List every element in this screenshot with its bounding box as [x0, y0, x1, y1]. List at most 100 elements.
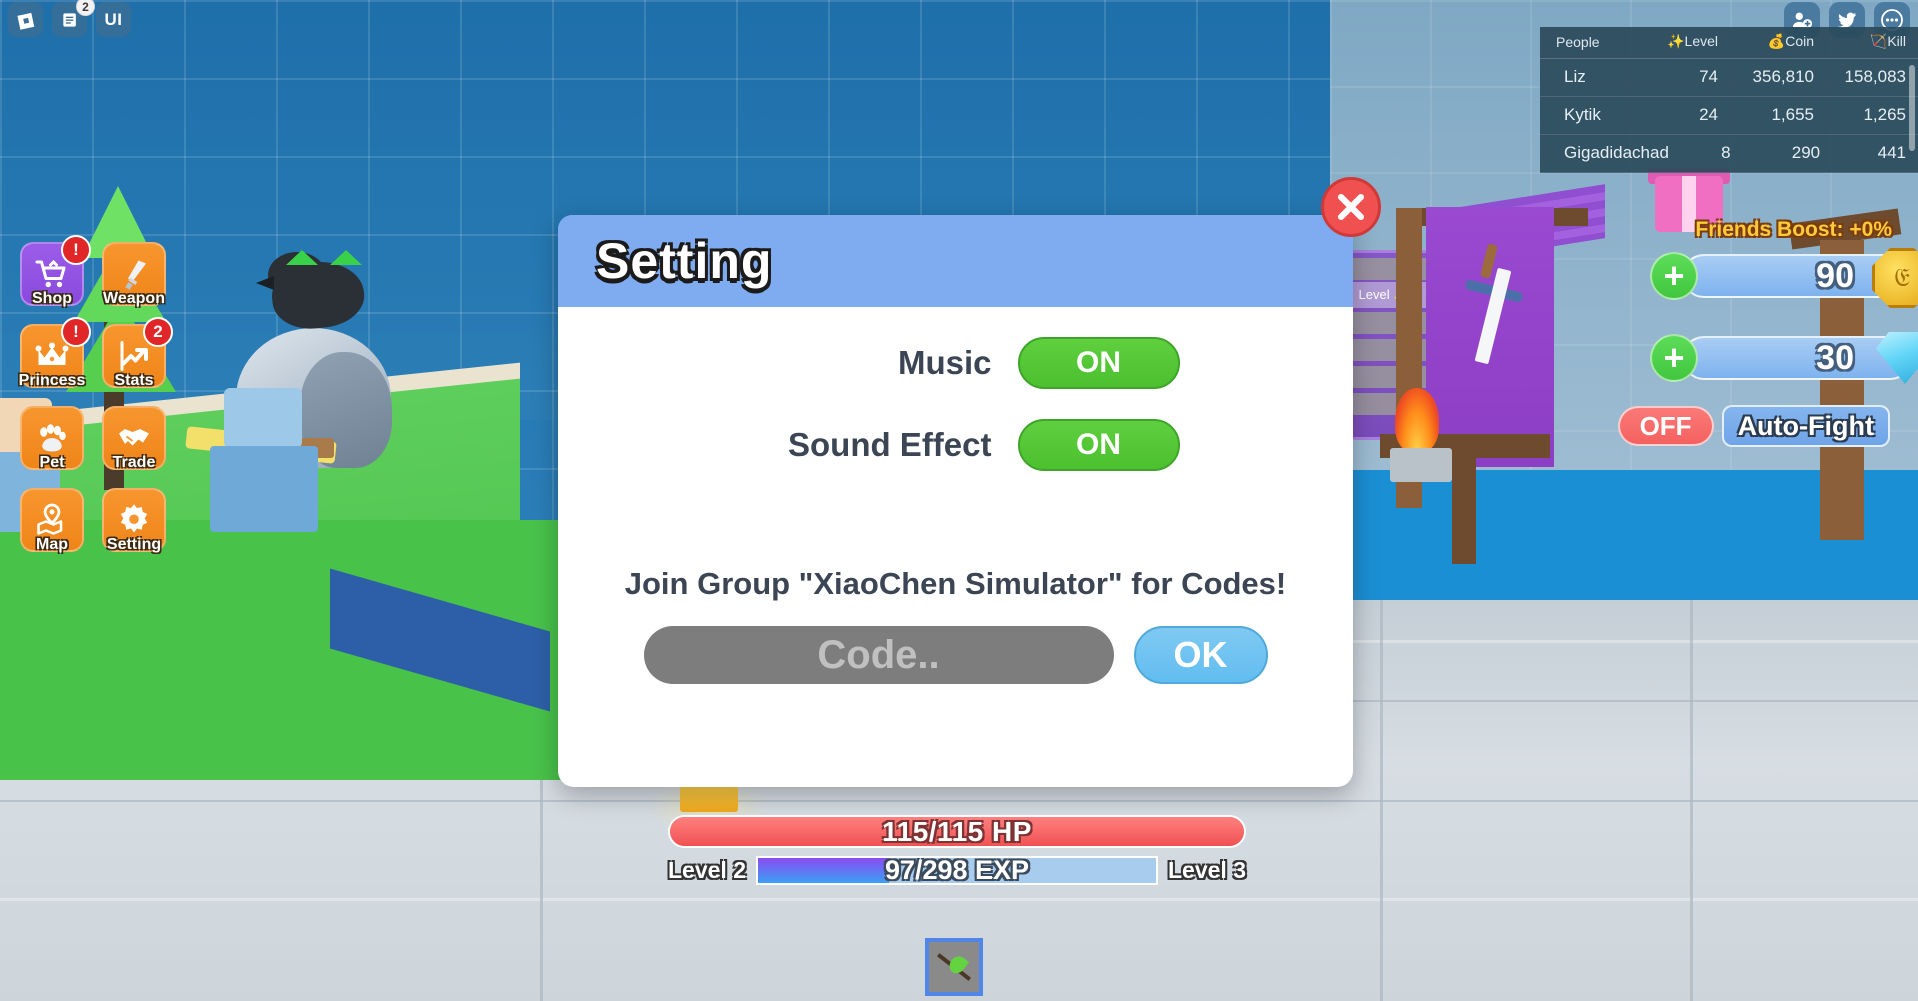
- dialog-body: Music ON Sound Effect ON Join Group "Xia…: [558, 307, 1353, 684]
- player-coin: 1,655: [1771, 105, 1814, 124]
- code-input[interactable]: [643, 626, 1114, 684]
- music-label: Music: [897, 344, 992, 381]
- player-name: Liz: [1564, 67, 1586, 86]
- table-row: Kytik 24 1,655 1,265: [1540, 97, 1918, 135]
- leaderboard-col-coin: 💰Coin: [1767, 33, 1814, 49]
- gift-box-band: [1682, 176, 1696, 232]
- setting-row-sound-effect: Sound Effect ON: [558, 419, 1353, 471]
- sidebar-item-weapon[interactable]: Weapon: [102, 242, 166, 307]
- crow-wing: [286, 250, 318, 265]
- hp-bar: 115/115 HP: [668, 815, 1246, 848]
- table-row: Liz 74 356,810 158,083: [1540, 59, 1918, 97]
- chat-badge-count: 2: [76, 0, 95, 16]
- player-coin: 356,810: [1752, 67, 1814, 86]
- anvil: [1390, 448, 1452, 482]
- player-coin: 290: [1791, 143, 1821, 162]
- leaderboard: People ✨Level 💰Coin 🏹Kill Liz 74 356,810…: [1540, 27, 1918, 173]
- hotbar: [925, 938, 983, 996]
- next-level-label: Level 3: [1168, 857, 1246, 883]
- kill-icon: 🏹: [1869, 33, 1888, 49]
- stick-item-icon: [937, 953, 971, 981]
- sound-effect-toggle[interactable]: ON: [1017, 419, 1180, 471]
- close-button[interactable]: [1321, 177, 1381, 237]
- add-coin-button[interactable]: +: [1650, 252, 1698, 300]
- top-left-chrome: 2 UI: [8, 0, 131, 37]
- leaderboard-col-kill: 🏹Kill: [1869, 33, 1906, 49]
- map-pin-icon: [37, 503, 63, 535]
- hotbar-slot-1[interactable]: [925, 938, 983, 996]
- sword-icon: [125, 260, 146, 290]
- sidebar-item-setting[interactable]: Setting: [102, 488, 166, 553]
- leaderboard-col-level: ✨Level: [1667, 33, 1718, 49]
- chat-icon[interactable]: 2: [52, 0, 95, 37]
- floor-line: [1690, 600, 1693, 1001]
- player-level: 8: [1721, 143, 1731, 162]
- leaderboard-header: People ✨Level 💰Coin 🏹Kill: [1540, 27, 1918, 59]
- gem-counter: + 30: [1650, 332, 1918, 384]
- paw-icon: [40, 424, 66, 452]
- diamond-gem-icon: [1876, 332, 1918, 384]
- add-gem-button[interactable]: +: [1650, 334, 1698, 382]
- sidebar-item-stats[interactable]: 2 Stats: [102, 317, 173, 389]
- player-kill: 441: [1877, 143, 1907, 162]
- leaderboard-scrollbar[interactable]: [1909, 65, 1915, 151]
- gem-value: 30: [1816, 338, 1854, 377]
- coin-bar: 90 𝔈: [1682, 248, 1918, 308]
- sidebar-item-pet[interactable]: Pet: [20, 406, 84, 471]
- auto-fight-label: Auto-Fight: [1721, 405, 1890, 447]
- coin-bag-icon: 💰: [1767, 33, 1786, 49]
- player-name: Kytik: [1564, 105, 1601, 124]
- exp-bar: 97/298 EXP: [756, 856, 1158, 885]
- npc-head: [224, 388, 302, 448]
- sidebar-item-label: Pet: [39, 454, 65, 471]
- hp-text: 115/115 HP: [882, 815, 1032, 847]
- sidebar-item-trade[interactable]: Trade: [102, 406, 166, 471]
- floor-line: [0, 898, 1918, 901]
- close-x-icon: [1337, 193, 1365, 221]
- crown-pickup-icon: [680, 786, 738, 812]
- sidebar-item-label: Stats: [114, 372, 154, 389]
- shop-alert-badge: !: [61, 235, 91, 265]
- stats-badge-count: 2: [143, 317, 173, 347]
- ui-toggle-button[interactable]: UI: [96, 2, 131, 37]
- roblox-logo-icon[interactable]: [8, 2, 43, 37]
- auto-fight-toggle[interactable]: OFF: [1617, 406, 1714, 446]
- sidebar-item-shop[interactable]: ! Shop: [20, 235, 91, 307]
- floor-line: [1380, 600, 1383, 1001]
- sidebar-item-label: Map: [36, 536, 68, 553]
- leaderboard-col-people: People: [1556, 33, 1600, 50]
- coin-counter: + 90 𝔈: [1650, 248, 1918, 308]
- gear-icon: [120, 504, 148, 533]
- sidebar-item-label: Weapon: [103, 290, 165, 307]
- join-group-text: Join Group "XiaoChen Simulator" for Code…: [624, 566, 1287, 601]
- dialog-header: Setting: [558, 215, 1353, 307]
- friends-boost-text: Friends Boost: +0%: [1695, 218, 1892, 241]
- crow-wing: [330, 250, 362, 265]
- current-level-label: Level 2: [668, 857, 746, 883]
- table-row: Gigadidachad 8 290 441: [1540, 135, 1918, 173]
- sparkle-icon: ✨: [1667, 33, 1685, 49]
- player-level: 24: [1699, 105, 1718, 124]
- music-toggle[interactable]: ON: [1017, 337, 1180, 389]
- sidebar-item-label: Shop: [32, 290, 72, 307]
- sidebar-item-map[interactable]: Map: [20, 488, 84, 553]
- gem-bar: 30: [1682, 332, 1918, 384]
- coin-value: 90: [1816, 256, 1854, 295]
- sidebar-item-label: Setting: [106, 536, 162, 553]
- setting-dialog: Setting Music ON Sound Effect ON Join Gr…: [558, 177, 1381, 787]
- sidebar-item-princess[interactable]: ! Princess: [19, 317, 91, 389]
- exp-row: Level 2 97/298 EXP Level 3: [668, 856, 1246, 885]
- auto-fight-control: OFF Auto-Fight: [1617, 405, 1890, 447]
- sidebar-item-label: Trade: [112, 454, 156, 471]
- gold-coin-icon: 𝔈: [1872, 248, 1918, 308]
- shopping-cart-icon: [35, 259, 66, 288]
- chart-up-icon: [120, 341, 148, 371]
- ok-button[interactable]: OK: [1133, 626, 1268, 684]
- crow-beak: [256, 276, 274, 290]
- princess-alert-badge: !: [61, 317, 91, 347]
- npc-body: [210, 446, 318, 532]
- exp-text: 97/298 EXP: [884, 856, 1030, 885]
- player-level: 74: [1699, 67, 1718, 86]
- fire: [1395, 388, 1439, 452]
- player-name: Gigadidachad: [1564, 143, 1669, 162]
